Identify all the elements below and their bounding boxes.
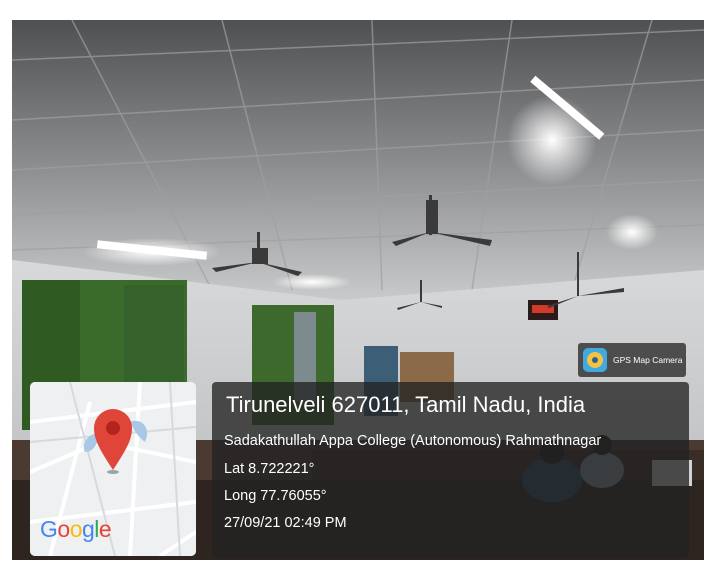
longitude-text: Long 77.76055°: [224, 488, 327, 504]
gps-map-camera-label: GPS Map Camera: [613, 355, 683, 365]
latitude-text: Lat 8.722221°: [224, 461, 315, 477]
timestamp-text: 27/09/21 02:49 PM: [224, 515, 347, 531]
location-place: Sadakathullah Appa College (Autonomous) …: [224, 433, 602, 449]
gps-map-camera-badge: GPS Map Camera: [578, 343, 686, 377]
google-logo: Google: [40, 516, 112, 542]
map-thumbnail: Google: [30, 382, 196, 556]
location-title: Tirunelveli 627011, Tamil Nadu, India: [226, 392, 586, 417]
gps-map-camera-icon: [583, 348, 607, 372]
